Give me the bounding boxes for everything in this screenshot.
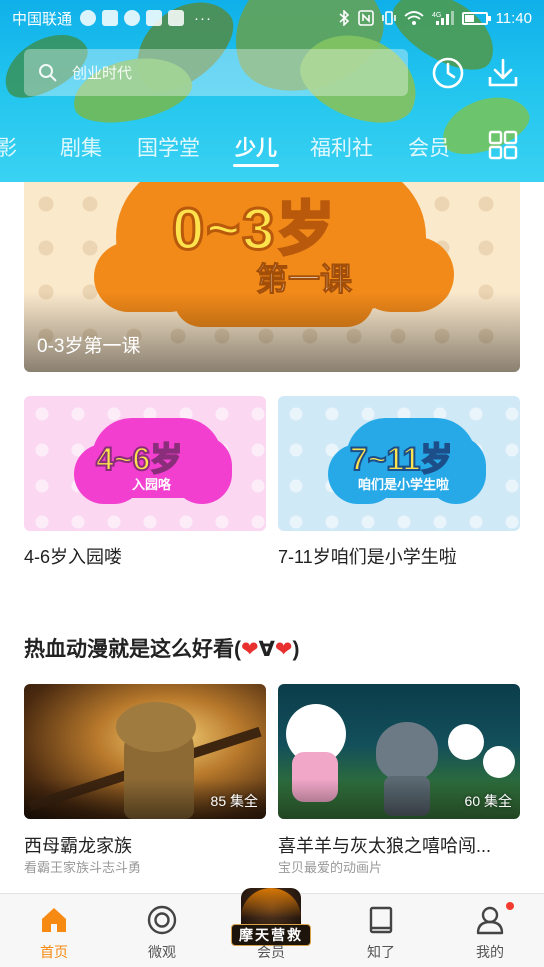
nav-label: 会员 <box>257 944 285 960</box>
book-icon <box>369 906 393 934</box>
card-art-tag: 入园咯 <box>132 477 172 492</box>
signal-icon: 4G <box>432 11 454 25</box>
app-icon <box>168 10 185 26</box>
nav-zhiliao[interactable]: 知了 <box>327 894 435 967</box>
clock: 11:40 <box>495 9 532 27</box>
age-card-title[interactable]: 4-6岁入园喽 <box>24 543 122 569</box>
banner-0-3[interactable]: 0~3岁 第一课 0-3岁第一课 <box>24 182 520 372</box>
tab-vip[interactable]: 会员 <box>408 132 450 162</box>
thumb-art <box>448 724 484 760</box>
thumb-art <box>116 702 196 752</box>
search-box[interactable]: 创业时代 <box>24 49 408 96</box>
nfc-icon <box>357 10 374 26</box>
section-title-suffix: ) <box>292 638 300 661</box>
thumb-art <box>376 722 438 780</box>
nav-label: 微观 <box>148 944 176 960</box>
nav-label: 知了 <box>367 944 395 960</box>
active-tab-indicator <box>233 164 279 167</box>
nav-home[interactable]: 首页 <box>0 894 108 967</box>
notification-icon <box>102 10 119 26</box>
section-title: 热血动漫就是这么好看(❤∀❤) <box>24 633 299 663</box>
video-subtitle: 看霸王家族斗志斗勇 <box>24 860 142 875</box>
vibrate-icon <box>381 11 396 25</box>
grid-menu-icon[interactable] <box>488 130 518 160</box>
nav-vip[interactable]: 摩天营救 会员 <box>217 888 325 967</box>
header: 中国联通 ··· 4G 11:40 创业时代 影 剧集 国学堂 少儿 福利社 会… <box>0 0 544 182</box>
tab-guoxuetang[interactable]: 国学堂 <box>137 132 200 162</box>
download-icon <box>488 58 518 87</box>
banner-caption: 0-3岁第一课 <box>37 336 141 357</box>
battery-icon <box>461 11 491 25</box>
video-thumbnail[interactable]: 85 集全 <box>24 684 266 819</box>
section-title-mid: ∀ <box>258 638 275 661</box>
heart-icon: ❤ <box>241 638 259 661</box>
nav-label: 首页 <box>40 944 68 960</box>
tab-series[interactable]: 剧集 <box>60 132 102 162</box>
episode-count: 60 集全 <box>464 793 512 809</box>
heart-icon: ❤ <box>274 638 293 661</box>
wifi-icon <box>403 11 424 25</box>
card-art-tag: 咱们是小学生啦 <box>358 477 450 492</box>
more-notifications-icon: ··· <box>194 9 213 27</box>
video-thumbnail[interactable]: 60 集全 <box>278 684 520 819</box>
age-card-7-11[interactable]: 7~11岁 咱们是小学生啦 <box>278 396 520 531</box>
search-placeholder: 创业时代 <box>72 65 133 82</box>
user-icon <box>476 906 504 935</box>
section-title-prefix: 热血动漫就是这么好看( <box>24 638 241 661</box>
weibo-icon <box>124 10 141 26</box>
bluetooth-icon <box>339 10 349 26</box>
home-icon <box>42 908 66 932</box>
notification-dot <box>506 902 514 910</box>
history-button[interactable] <box>430 55 466 91</box>
category-tabs: 影 剧集 国学堂 少儿 福利社 会员 <box>0 124 544 176</box>
video-title[interactable]: 西母霸龙家族 <box>24 832 266 858</box>
video-title[interactable]: 喜羊羊与灰太狼之嘻哈闯... <box>278 832 520 858</box>
clock-icon <box>432 57 464 89</box>
tab-kids[interactable]: 少儿 <box>235 132 277 162</box>
lens-icon <box>147 905 177 935</box>
message-icon <box>146 10 163 26</box>
age-card-4-6[interactable]: 4~6岁 入园咯 <box>24 396 266 531</box>
search-icon <box>39 63 57 82</box>
nav-label: 我的 <box>476 944 504 960</box>
age-card-title[interactable]: 7-11岁咱们是小学生啦 <box>278 543 457 569</box>
download-button[interactable] <box>485 55 521 91</box>
status-bar: 中国联通 ··· 4G 11:40 <box>0 0 544 36</box>
tab-movies[interactable]: 影 <box>0 132 17 162</box>
network-type-label: 4G <box>432 12 441 19</box>
nav-me[interactable]: 我的 <box>436 894 544 967</box>
nav-weiguan[interactable]: 微观 <box>108 894 216 967</box>
bottom-nav: 首页 微观 摩天营救 会员 知了 我的 <box>0 888 544 967</box>
video-subtitle: 宝贝最爱的动画片 <box>278 860 383 875</box>
thumb-art <box>483 746 515 778</box>
episode-count: 85 集全 <box>210 793 258 809</box>
telegram-icon <box>80 10 97 26</box>
tab-welfare[interactable]: 福利社 <box>310 132 373 162</box>
carrier-label: 中国联通 <box>12 10 73 28</box>
